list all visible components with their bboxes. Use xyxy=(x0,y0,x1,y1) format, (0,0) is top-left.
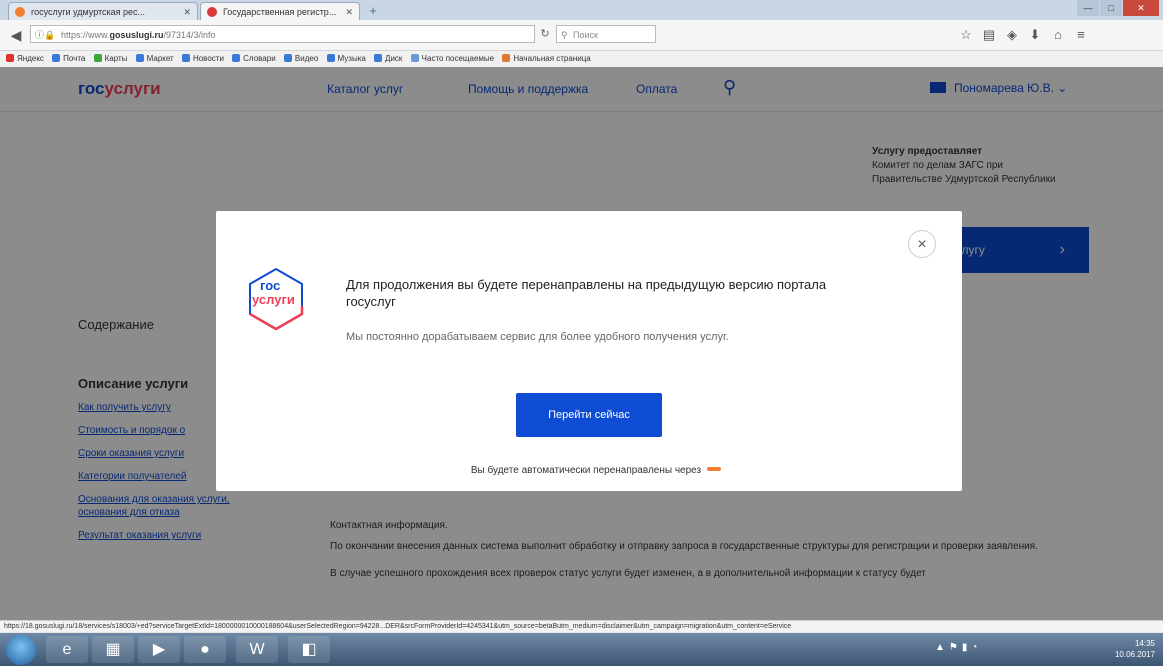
auto-redirect-notice: Вы будете автоматически перенаправлены ч… xyxy=(426,465,766,476)
gosuslugi-logo: гос услуги xyxy=(246,266,306,332)
tab-label: Государственная регистр... xyxy=(223,7,337,17)
url-host: gosuslugi.ru xyxy=(109,30,164,40)
web-page: госуслуги Каталог услуг Помощь и поддерж… xyxy=(0,67,1163,620)
start-button[interactable] xyxy=(6,635,36,665)
auto-redirect-text: Вы будете автоматически перенаправлены ч… xyxy=(470,465,702,476)
loading-spinner-icon xyxy=(707,467,722,471)
bookmark-item[interactable]: Видео xyxy=(283,51,318,67)
ie-icon[interactable]: e xyxy=(46,636,88,663)
search-placeholder: Поиск xyxy=(573,30,598,40)
media-player-icon[interactable]: ▶ xyxy=(138,636,180,663)
home-icon[interactable]: ⌂ xyxy=(1048,25,1068,45)
redirect-modal: гос услуги Для продолжения вы будете пер… xyxy=(216,211,962,491)
logo-text-gos: гос xyxy=(260,278,281,293)
browser-toolbar: ☆ ▤ ◈ ⬇ ⌂ ≡ xyxy=(956,25,1094,45)
tab-close-icon[interactable]: ✕ xyxy=(183,3,191,20)
modal-title: Для продолжения вы будете перенаправлены… xyxy=(346,277,827,309)
bookmark-item[interactable]: Словари xyxy=(232,51,276,67)
bookmark-item[interactable]: Музыка xyxy=(326,51,366,67)
clock-date: 10.06.2017 xyxy=(1114,650,1155,659)
close-icon[interactable]: × xyxy=(908,230,936,258)
tab-close-icon[interactable]: ✕ xyxy=(345,3,353,20)
bookmark-item[interactable]: Часто посещаемые xyxy=(410,51,494,67)
go-now-button[interactable]: Перейти сейчас xyxy=(516,393,662,437)
address-bar[interactable]: ⓘ🔒 https://www.gosuslugi.ru/97314/3/info xyxy=(30,25,535,43)
bookmark-item[interactable]: Начальная страница xyxy=(502,51,591,67)
search-icon: ⚲ xyxy=(561,30,568,40)
clock[interactable]: 14:35 10.06.2017 xyxy=(1115,638,1155,660)
bookmark-item[interactable]: Новости xyxy=(181,51,224,67)
minimize-button[interactable]: — xyxy=(1077,0,1099,16)
bookmark-item[interactable]: Яндекс xyxy=(6,51,44,67)
tab-label: госуслуги удмуртская рес... xyxy=(31,7,146,17)
browser-tab-2[interactable]: Государственная регистр... ✕ xyxy=(200,2,360,20)
browser-tab-1[interactable]: госуслуги удмуртская рес... ✕ xyxy=(8,2,198,20)
lock-icon: ⓘ🔒 xyxy=(35,30,56,40)
gosuslugi-favicon-icon xyxy=(15,7,25,17)
status-url: https://18.gosuslugi.ru/18/services/s180… xyxy=(0,620,1163,632)
taskbar: e ▦ ▶ ● W ◧ ▲⚑▮◔ 14:35 10.06.2017 xyxy=(0,633,1163,666)
firefox-icon[interactable]: ● xyxy=(184,636,226,663)
new-tab-button[interactable]: + xyxy=(362,3,384,18)
browser-search-input[interactable]: ⚲ Поиск xyxy=(556,25,656,43)
clock-time: 14:35 xyxy=(1134,639,1155,648)
download-icon[interactable]: ⬇ xyxy=(1025,25,1045,45)
browser-tab-bar: госуслуги удмуртская рес... ✕ Государств… xyxy=(0,0,1163,20)
reload-icon[interactable]: ↻ xyxy=(536,25,554,43)
bookmark-item[interactable]: Маркет xyxy=(135,51,174,67)
back-icon[interactable]: ◀ xyxy=(6,25,26,45)
app-icon[interactable]: ◧ xyxy=(288,636,330,663)
bookmark-item[interactable]: Диск xyxy=(374,51,402,67)
explorer-icon[interactable]: ▦ xyxy=(92,636,134,663)
bookmark-item[interactable]: Почта xyxy=(52,51,85,67)
pocket-icon[interactable]: ◈ xyxy=(1002,25,1022,45)
browser-nav-bar: ◀ ⓘ🔒 https://www.gosuslugi.ru/97314/3/in… xyxy=(0,20,1163,51)
reading-list-icon[interactable]: ▤ xyxy=(979,25,999,45)
menu-icon[interactable]: ≡ xyxy=(1071,25,1091,45)
logo-text-uslugi: услуги xyxy=(252,292,295,307)
maximize-button[interactable]: □ xyxy=(1100,0,1122,16)
url-path: /97314/3/info xyxy=(163,30,216,40)
system-tray-icons[interactable]: ▲⚑▮◔ xyxy=(935,642,981,653)
word-icon[interactable]: W xyxy=(236,636,278,663)
gosuslugi-favicon-icon xyxy=(207,7,217,17)
modal-subtitle: Мы постоянно дорабатываем сервис для бол… xyxy=(346,331,729,343)
window-controls: — □ ✕ xyxy=(1076,0,1159,16)
star-icon[interactable]: ☆ xyxy=(956,25,976,45)
bookmark-item[interactable]: Карты xyxy=(93,51,127,67)
url-prefix: https://www. xyxy=(61,30,110,40)
window-close-button[interactable]: ✕ xyxy=(1123,0,1159,16)
bookmarks-bar: Яндекс Почта Карты Маркет Новости Словар… xyxy=(0,51,1163,67)
